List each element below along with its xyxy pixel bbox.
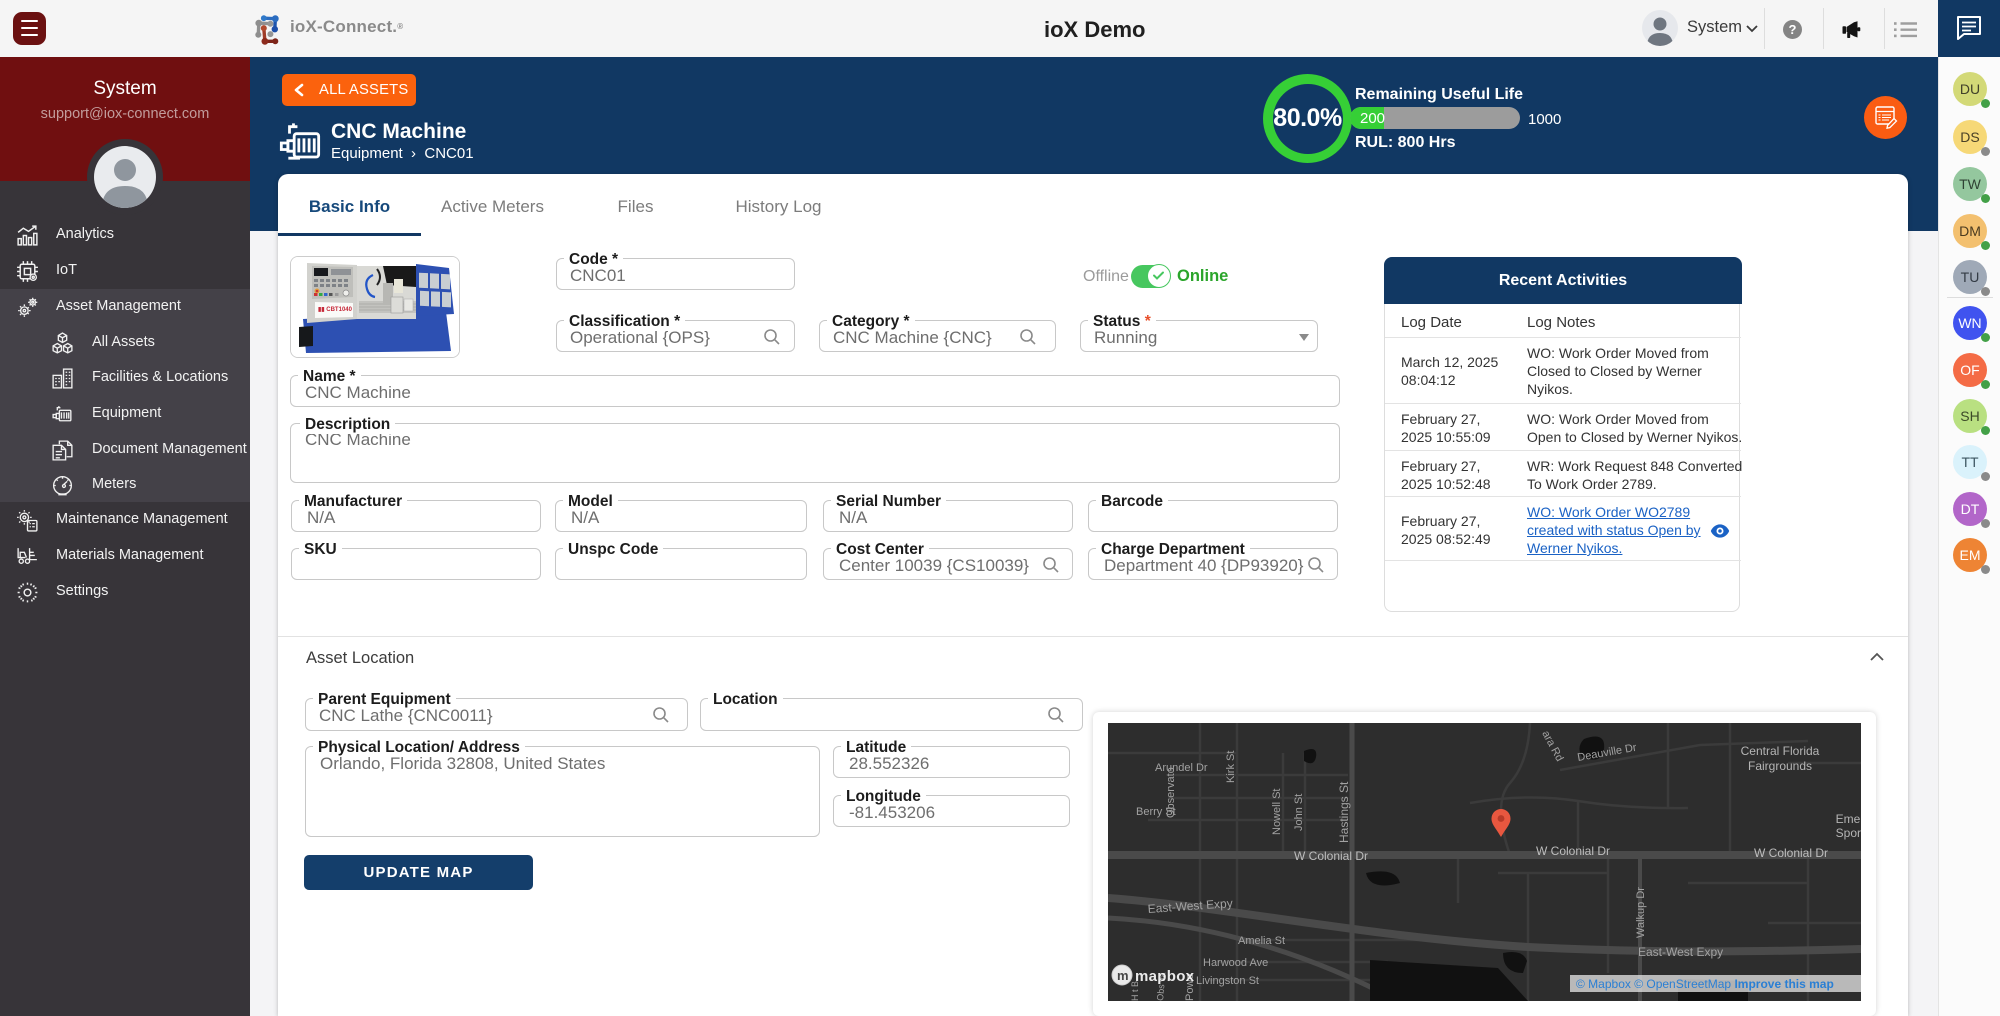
svg-text:Fairgrounds: Fairgrounds [1748, 759, 1812, 773]
svg-text:W Colonial Dr: W Colonial Dr [1536, 844, 1610, 858]
svg-text:W Colonial Dr: W Colonial Dr [1294, 849, 1368, 863]
svg-text:Walkup Dr: Walkup Dr [1635, 887, 1647, 938]
svg-text:Central Florida: Central Florida [1741, 744, 1820, 758]
svg-text:▮▮ CBT1040: ▮▮ CBT1040 [318, 307, 353, 313]
svg-text:Kirk St: Kirk St [1225, 751, 1237, 783]
svg-text:East-West Expy: East-West Expy [1638, 945, 1723, 959]
svg-text:Arundel Dr: Arundel Dr [1155, 762, 1208, 774]
svg-text:Amelia St: Amelia St [1238, 935, 1285, 947]
svg-text:W Colonial Dr: W Colonial Dr [1754, 846, 1828, 860]
svg-text:Harwood Ave: Harwood Ave [1203, 957, 1268, 969]
svg-text:m: m [1117, 968, 1129, 983]
svg-text:Livingston St: Livingston St [1196, 975, 1259, 987]
svg-text:mapbox: mapbox [1135, 968, 1195, 985]
svg-text:Nowell St: Nowell St [1271, 789, 1283, 835]
svg-text:Sports: Sports [1836, 826, 1861, 840]
svg-text:Hastings St: Hastings St [1337, 781, 1351, 843]
svg-text:Observato: Observato [1165, 767, 1177, 818]
svg-text:© Mapbox © OpenStreetMap Impro: © Mapbox © OpenStreetMap Improve this ma… [1576, 977, 1834, 991]
svg-text:John St: John St [1293, 794, 1305, 831]
svg-text:Emery: Emery [1836, 812, 1861, 826]
